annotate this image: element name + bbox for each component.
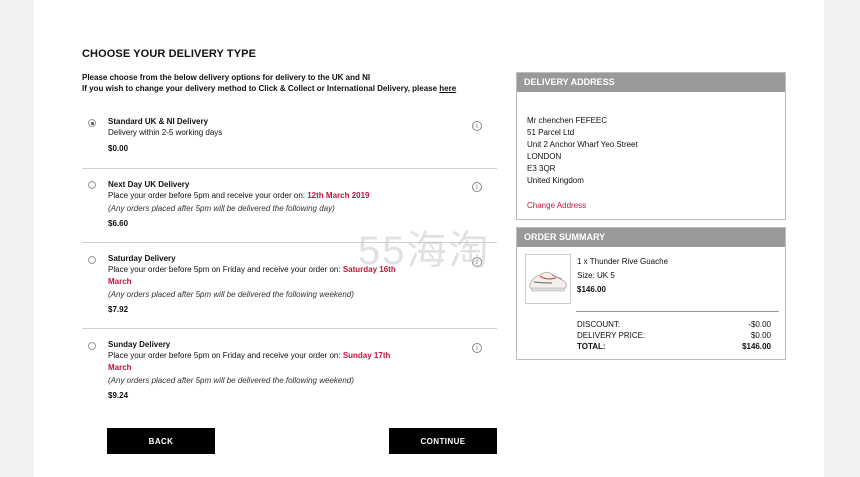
back-button[interactable]: BACK — [107, 428, 215, 454]
option-title: Sunday Delivery — [108, 340, 171, 349]
radio-icon[interactable] — [88, 256, 96, 264]
radio-selected-icon[interactable] — [88, 119, 96, 127]
item-price: $146.00 — [577, 285, 606, 294]
sneaker-image — [525, 254, 571, 304]
radio-icon[interactable] — [88, 181, 96, 189]
option-desc: Place your order before 5pm on Friday an… — [108, 351, 391, 372]
intro-line-1: Please choose from the below delivery op… — [82, 73, 371, 82]
discount-row: DISCOUNT: -$0.00 — [577, 320, 771, 329]
delivery-date-month: March — [108, 363, 132, 372]
summary-divider — [576, 311, 779, 312]
option-title: Saturday Delivery — [108, 254, 176, 263]
here-link[interactable]: here — [439, 84, 456, 93]
intro-line-2: If you wish to change your delivery meth… — [82, 84, 457, 93]
panel-header: DELIVERY ADDRESS — [517, 73, 785, 92]
address-line: LONDON — [527, 152, 562, 161]
option-title: Next Day UK Delivery — [108, 180, 190, 189]
radio-icon[interactable] — [88, 342, 96, 350]
option-desc: Delivery within 2-5 working days — [108, 128, 223, 137]
info-icon[interactable]: i — [472, 121, 482, 131]
total-row: TOTAL: $146.00 — [577, 342, 771, 351]
address-line: 51 Parcel Ltd — [527, 128, 575, 137]
option-price: $6.60 — [108, 219, 129, 228]
address-line: E3 3QR — [527, 164, 556, 173]
delivery-date-month: March — [108, 277, 132, 286]
delivery-intro: Please choose from the below delivery op… — [82, 72, 456, 94]
address-line: Unit 2 Anchor Wharf Yeo Street — [527, 140, 638, 149]
delivery-date: Sunday 17th — [342, 351, 391, 360]
option-desc: Place your order before 5pm and receive … — [108, 191, 370, 200]
item-size: Size: UK 5 — [577, 271, 615, 280]
delivery-address-panel: DELIVERY ADDRESS Mr chenchen FEFEEC 51 P… — [516, 72, 786, 220]
address-block: Mr chenchen FEFEEC 51 Parcel Ltd Unit 2 … — [517, 92, 785, 212]
change-address-link[interactable]: Change Address — [527, 200, 785, 212]
delivery-option-sunday[interactable]: Sunday Delivery Place your order before … — [82, 329, 497, 409]
info-icon[interactable]: i — [472, 343, 482, 353]
option-price: $9.24 — [108, 391, 129, 400]
watermark: 55海淘 — [358, 229, 491, 273]
option-note: (Any orders placed after 5pm will be del… — [108, 290, 354, 299]
item-name: 1 x Thunder Rive Guache — [577, 257, 669, 266]
address-line: United Kingdom — [527, 176, 584, 185]
delivery-price-row: DELIVERY PRICE: $0.00 — [577, 331, 771, 340]
info-icon[interactable]: i — [472, 182, 482, 192]
option-price: $7.92 — [108, 305, 129, 314]
option-price: $0.00 — [108, 144, 129, 153]
delivery-option-standard[interactable]: Standard UK & NI Delivery Delivery withi… — [82, 110, 497, 169]
option-note: (Any orders placed after 5pm will be del… — [108, 376, 354, 385]
address-line: Mr chenchen FEFEEC — [527, 116, 608, 125]
order-summary-panel: ORDER SUMMARY 1 x Thunder Rive Guache Si… — [516, 227, 786, 360]
panel-header: ORDER SUMMARY — [517, 228, 785, 247]
option-note: (Any orders placed after 5pm will be del… — [108, 204, 335, 213]
continue-button[interactable]: CONTINUE — [389, 428, 497, 454]
delivery-date: 12th March 2019 — [307, 191, 370, 200]
option-title: Standard UK & NI Delivery — [108, 117, 209, 126]
page-title: CHOOSE YOUR DELIVERY TYPE — [82, 48, 257, 60]
